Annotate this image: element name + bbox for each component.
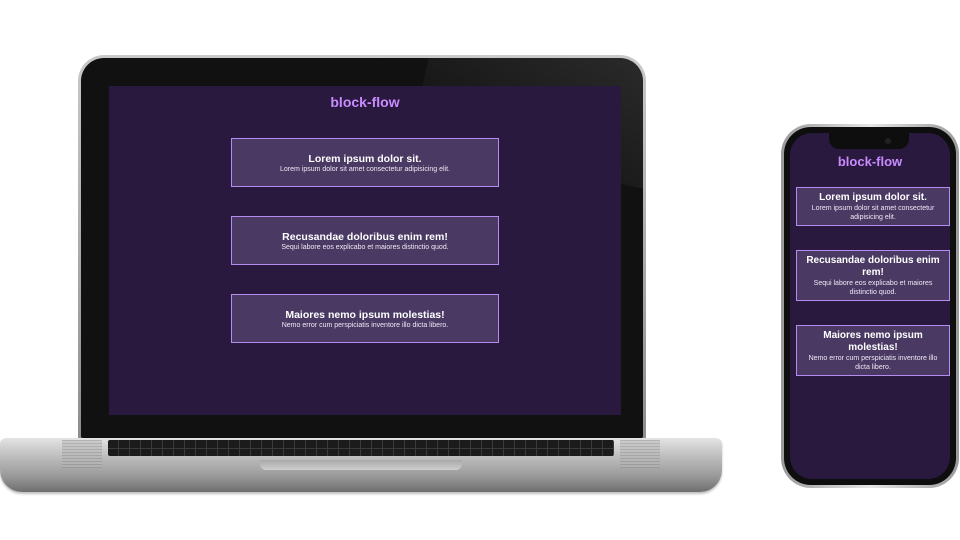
card: Recusandae doloribus enim rem! Sequi lab… xyxy=(231,216,499,265)
laptop-base xyxy=(0,438,722,492)
phone-screen: block-flow Lorem ipsum dolor sit. Lorem … xyxy=(790,133,950,479)
card: Maiores nemo ipsum molestias! Nemo error… xyxy=(231,294,499,343)
phone-notch xyxy=(829,133,909,149)
laptop-lid: block-flow Lorem ipsum dolor sit. Lorem … xyxy=(78,55,646,441)
speaker-grille xyxy=(62,440,102,468)
card-title: Maiores nemo ipsum molestias! xyxy=(823,330,923,353)
card-text: Sequi labore eos explicabo et maiores di… xyxy=(281,244,449,251)
card-title: Recusandae doloribus enim rem! xyxy=(282,231,448,243)
card-text: Lorem ipsum dolor sit amet consectetur a… xyxy=(811,205,935,221)
card-title: Recusandae doloribus enim rem! xyxy=(806,255,940,278)
card: Maiores nemo ipsum molestias! Nemo error… xyxy=(796,325,950,376)
camera-icon xyxy=(885,138,891,144)
card-list: Lorem ipsum dolor sit. Lorem ipsum dolor… xyxy=(790,187,950,376)
card-title: Maiores nemo ipsum molestias! xyxy=(285,309,445,321)
speaker-grille xyxy=(620,440,660,468)
card-text: Sequi labore eos explicabo et maiores di… xyxy=(813,280,933,296)
page-title: block-flow xyxy=(837,154,903,169)
phone-frame: block-flow Lorem ipsum dolor sit. Lorem … xyxy=(784,127,956,485)
card: Lorem ipsum dolor sit. Lorem ipsum dolor… xyxy=(796,187,950,226)
card-title: Lorem ipsum dolor sit. xyxy=(308,153,422,165)
laptop-bezel: block-flow Lorem ipsum dolor sit. Lorem … xyxy=(81,58,643,438)
page-title: block-flow xyxy=(330,94,400,110)
card: Lorem ipsum dolor sit. Lorem ipsum dolor… xyxy=(231,138,499,187)
laptop-screen: block-flow Lorem ipsum dolor sit. Lorem … xyxy=(109,86,621,415)
card: Recusandae doloribus enim rem! Sequi lab… xyxy=(796,250,950,301)
card-title: Lorem ipsum dolor sit. xyxy=(819,192,927,203)
keyboard-row-divider xyxy=(108,448,614,449)
phone-mockup: block-flow Lorem ipsum dolor sit. Lorem … xyxy=(781,124,959,488)
card-text: Nemo error cum perspiciatis inventore il… xyxy=(808,355,938,371)
card-list: Lorem ipsum dolor sit. Lorem ipsum dolor… xyxy=(109,138,621,343)
card-text: Nemo error cum perspiciatis inventore il… xyxy=(281,322,449,329)
card-text: Lorem ipsum dolor sit amet consectetur a… xyxy=(279,166,451,173)
trackpad xyxy=(260,460,462,470)
